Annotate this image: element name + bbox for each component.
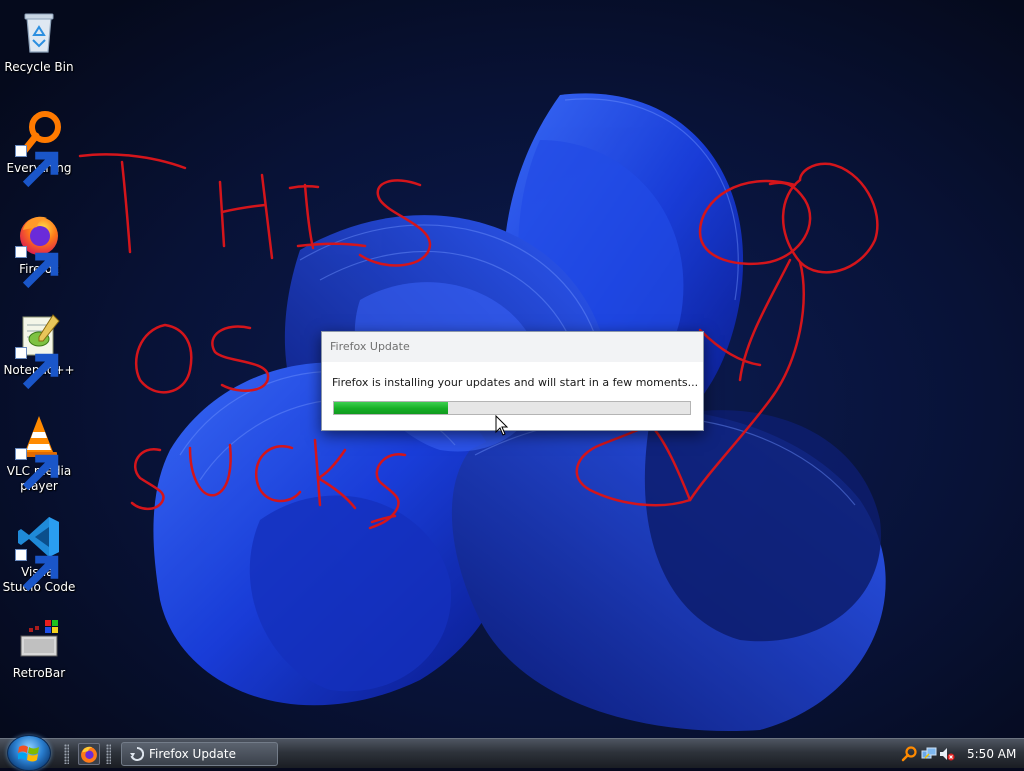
desktop-icon-vlc[interactable]: VLC media player bbox=[0, 404, 78, 494]
desktop-icon-label: RetroBar bbox=[12, 666, 66, 680]
vscode-icon bbox=[15, 513, 63, 592]
firefox-icon bbox=[81, 746, 97, 763]
firefox-update-dialog[interactable]: Firefox Update Firefox is installing you… bbox=[321, 331, 704, 431]
desktop-icon-recycle-bin[interactable]: Recycle Bin bbox=[0, 0, 78, 75]
taskbar-button-firefox-update[interactable]: Firefox Update bbox=[121, 742, 278, 766]
notepad-plus-plus-icon bbox=[15, 311, 63, 390]
dialog-titlebar[interactable]: Firefox Update bbox=[322, 332, 703, 362]
desktop-icon-vscode[interactable]: Visual Studio Code bbox=[0, 505, 78, 595]
dialog-message: Firefox is installing your updates and w… bbox=[332, 376, 699, 389]
desktop-icon-notepad-plus-plus[interactable]: Notepad++ bbox=[0, 303, 78, 390]
taskbar-grip[interactable] bbox=[106, 744, 111, 764]
update-spinner-icon bbox=[130, 747, 144, 761]
taskbar-button-label: Firefox Update bbox=[149, 747, 236, 761]
start-button[interactable] bbox=[7, 735, 51, 771]
everything-search-icon bbox=[15, 109, 63, 188]
vlc-icon bbox=[15, 412, 63, 491]
quick-launch-grip[interactable] bbox=[64, 744, 69, 764]
retrobar-icon bbox=[15, 614, 63, 662]
update-progress-bar bbox=[333, 401, 691, 415]
network-icon[interactable] bbox=[921, 746, 937, 762]
windows-orb-icon bbox=[18, 745, 39, 762]
firefox-icon bbox=[15, 210, 63, 289]
volume-muted-icon[interactable] bbox=[939, 746, 955, 762]
system-tray: 5:50 AM bbox=[897, 742, 1024, 766]
progress-fill bbox=[334, 402, 448, 414]
desktop-icon-label: Recycle Bin bbox=[4, 60, 74, 74]
shortcut-arrow-icon bbox=[15, 347, 59, 390]
desktop-icon-firefox[interactable]: Firefox bbox=[0, 202, 78, 289]
dialog-title: Firefox Update bbox=[330, 340, 410, 353]
shortcut-arrow-icon bbox=[15, 145, 59, 188]
shortcut-arrow-icon bbox=[15, 448, 59, 491]
taskbar: Firefox Update 5:50 AM bbox=[0, 735, 1024, 771]
recycle-bin-icon bbox=[15, 8, 63, 56]
shortcut-arrow-icon bbox=[15, 246, 59, 289]
taskbar-clock[interactable]: 5:50 AM bbox=[967, 747, 1016, 761]
desktop-icon-everything[interactable]: Everything bbox=[0, 101, 78, 188]
quick-launch-firefox-button[interactable] bbox=[78, 743, 100, 765]
everything-search-icon[interactable] bbox=[901, 746, 917, 762]
mouse-cursor-icon bbox=[495, 415, 509, 436]
desktop-icon-retrobar[interactable]: RetroBar bbox=[0, 606, 78, 681]
shortcut-arrow-icon bbox=[15, 549, 59, 592]
